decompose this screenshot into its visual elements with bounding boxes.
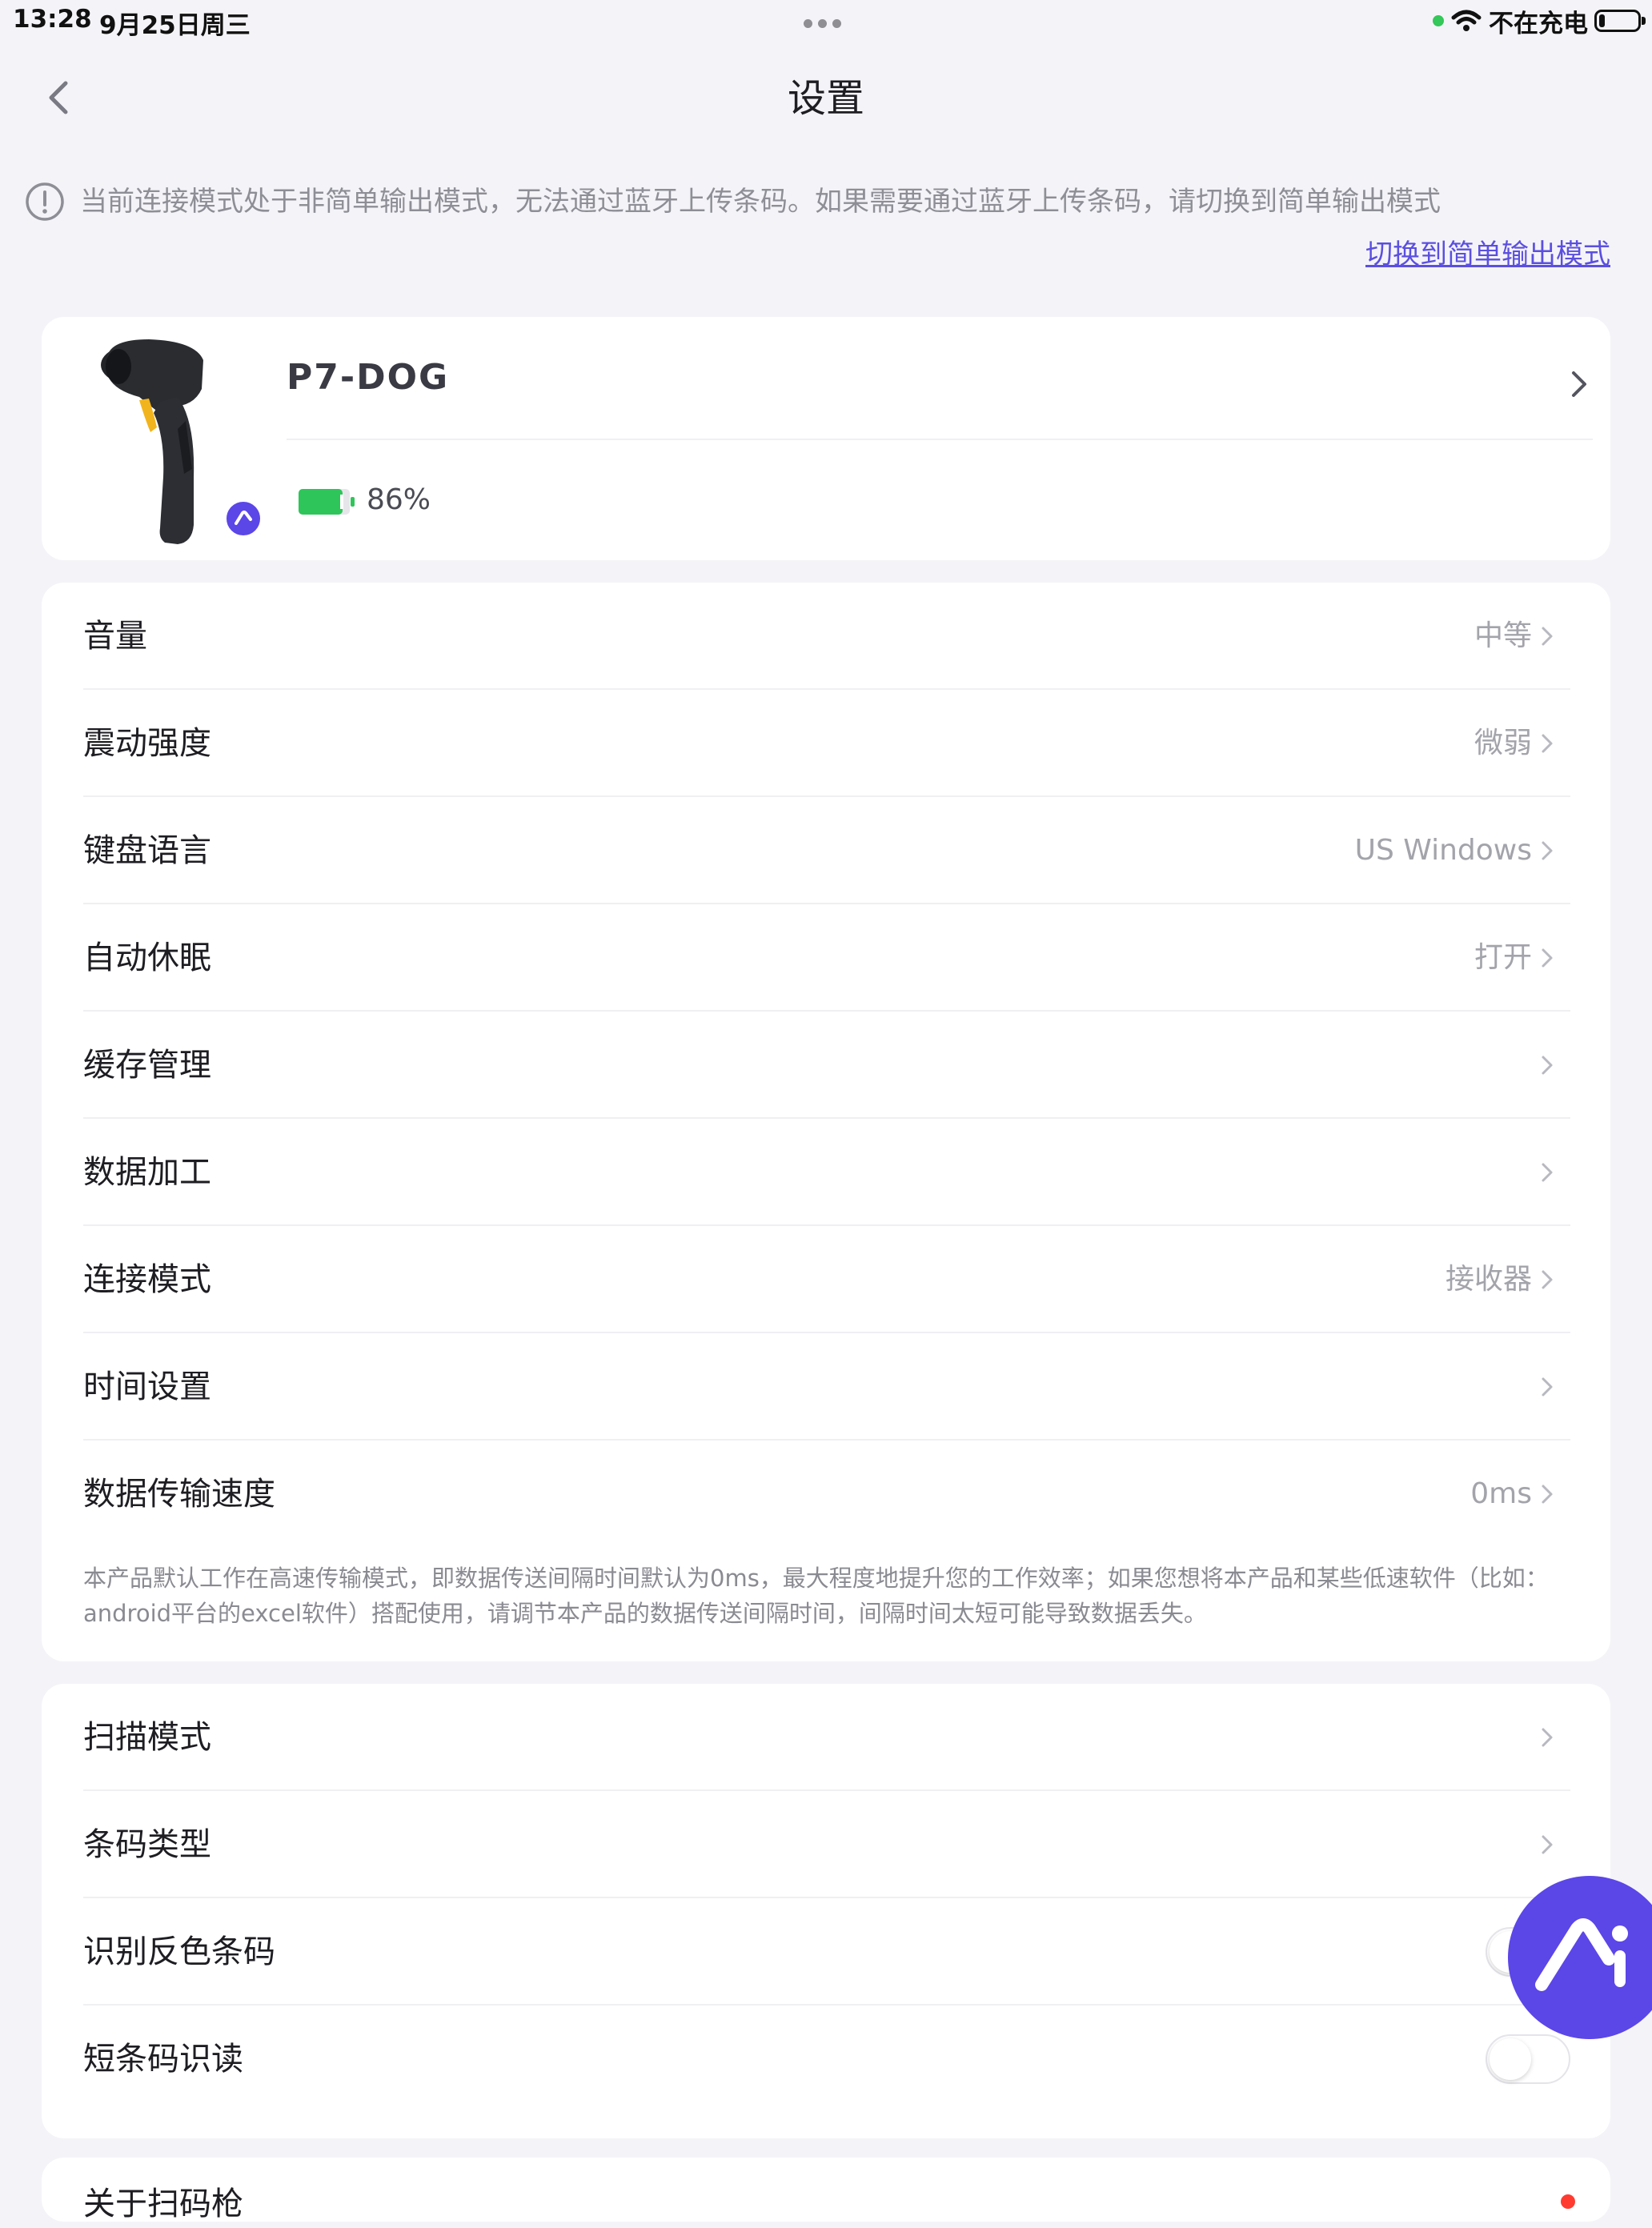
setting-value: 微弱 (1474, 727, 1532, 759)
setting-value: 打开 (1474, 941, 1532, 974)
switch-to-simple-output-link[interactable]: 切换到简单输出模式 (1365, 234, 1610, 275)
charge-status: 不在充电 (1489, 9, 1588, 38)
ai-assistant-icon (1535, 1918, 1628, 1991)
device-battery-icon (299, 489, 355, 515)
setting-label: 数据传输速度 (83, 1476, 275, 1513)
notification-dot (1561, 2194, 1575, 2209)
status-time: 13:28 (13, 5, 92, 34)
chevron-right-icon (1542, 841, 1553, 860)
setting-vibration-strength[interactable]: 震动强度 微弱 (83, 690, 1610, 797)
setting-cache-management[interactable]: 缓存管理 (83, 1012, 1610, 1119)
chevron-right-icon (1542, 1728, 1553, 1747)
multitasking-dots-icon[interactable] (804, 16, 848, 28)
chevron-right-icon (1542, 1056, 1553, 1075)
ai-assistant-button[interactable] (1508, 1876, 1652, 2039)
settings-group-scanning: 扫描模式 条码类型 识别反色条码 短条码识读 (42, 1684, 1610, 2138)
chevron-right-icon (1542, 734, 1553, 753)
device-name: P7-DOG (287, 357, 450, 398)
setting-short-barcode: 短条码识读 (83, 2006, 1610, 2113)
device-brand-badge-icon (224, 499, 263, 538)
page-title: 设置 (787, 76, 864, 121)
setting-connection-mode[interactable]: 连接模式 接收器 (83, 1226, 1610, 1333)
exclamation-circle-icon (26, 182, 64, 221)
setting-data-processing[interactable]: 数据加工 (83, 1119, 1610, 1226)
setting-label: 时间设置 (83, 1368, 211, 1405)
setting-label: 条码类型 (83, 1826, 211, 1863)
short-barcode-toggle[interactable] (1486, 2034, 1570, 2084)
device-battery-percent: 86% (367, 483, 431, 516)
setting-label: 键盘语言 (83, 832, 211, 869)
setting-value: 接收器 (1445, 1263, 1532, 1296)
connection-mode-notice: 当前连接模式处于非简单输出模式，无法通过蓝牙上传条码。如果需要通过蓝牙上传条码，… (80, 186, 1441, 218)
setting-scan-mode[interactable]: 扫描模式 (83, 1684, 1610, 1791)
chevron-right-icon (1542, 1377, 1553, 1397)
divider (287, 439, 1593, 440)
chevron-right-icon (1542, 948, 1553, 968)
settings-group-about: 关于扫码枪 (42, 2158, 1610, 2222)
setting-time-settings[interactable]: 时间设置 (83, 1333, 1610, 1441)
chevron-right-icon (1542, 627, 1553, 646)
setting-value: 0ms (1470, 1477, 1532, 1510)
chevron-right-icon (1542, 1485, 1553, 1504)
chevron-right-icon (1542, 1163, 1553, 1182)
setting-label: 缓存管理 (83, 1047, 211, 1084)
setting-label: 数据加工 (83, 1154, 211, 1191)
setting-value: US Windows (1354, 834, 1532, 867)
setting-volume[interactable]: 音量 中等 (83, 583, 1610, 690)
setting-label: 自动休眠 (83, 940, 211, 976)
setting-value: 中等 (1474, 619, 1532, 652)
status-indicators: 不在充电 (1433, 5, 1646, 38)
setting-barcode-type[interactable]: 条码类型 (83, 1791, 1610, 1898)
settings-group-general: 音量 中等 震动强度 微弱 键盘语言 US Windows 自动休眠 打开 缓存… (42, 583, 1610, 1661)
status-bar: 13:28 9月25日周三 不在充电 (0, 0, 1652, 43)
transfer-speed-note: 本产品默认工作在高速传输模式，即数据传送间隔时间默认为0ms，最大程度地提升您的… (83, 1565, 1549, 1627)
wifi-icon (1451, 10, 1482, 31)
setting-label: 识别反色条码 (83, 1933, 275, 1970)
chevron-right-icon (1542, 1270, 1553, 1289)
setting-label: 短条码识读 (83, 2041, 243, 2078)
setting-label: 连接模式 (83, 1261, 211, 1298)
setting-auto-sleep[interactable]: 自动休眠 打开 (83, 904, 1610, 1012)
setting-label: 扫描模式 (83, 1719, 211, 1756)
setting-keyboard-language[interactable]: 键盘语言 US Windows (83, 797, 1610, 904)
setting-data-transfer-speed[interactable]: 数据传输速度 0ms (83, 1441, 1610, 1548)
about-scanner-label[interactable]: 关于扫码枪 (83, 2180, 243, 2228)
setting-label: 震动强度 (83, 725, 211, 762)
camera-indicator-icon (1433, 15, 1444, 26)
status-date: 9月25日周三 (99, 11, 251, 40)
setting-inverse-barcode: 识别反色条码 (83, 1898, 1610, 2006)
device-card[interactable]: P7-DOG 86% (42, 317, 1610, 560)
chevron-right-icon (1542, 1835, 1553, 1854)
battery-icon (1594, 10, 1646, 32)
chevron-right-icon (1572, 371, 1586, 397)
setting-label: 音量 (83, 618, 147, 655)
